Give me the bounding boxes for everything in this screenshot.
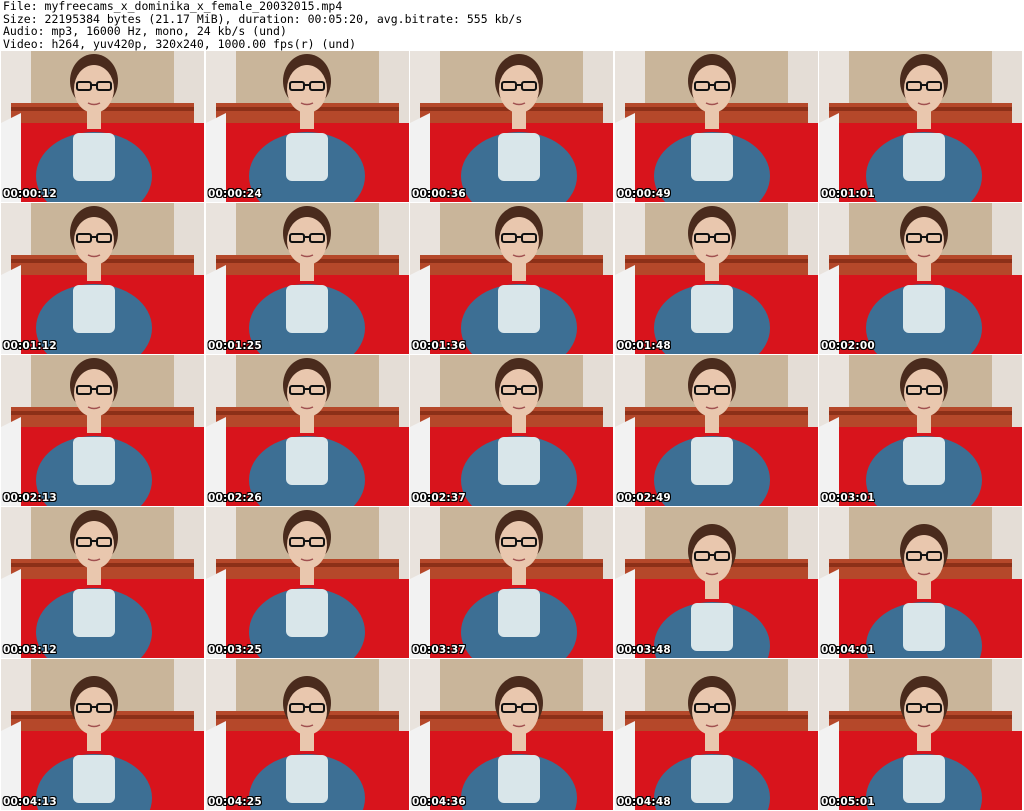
frame-timestamp: 00:04:25 xyxy=(208,796,262,808)
frame-scene xyxy=(615,507,818,658)
frame-scene xyxy=(819,51,1022,202)
video-frame-thumbnail: 00:03:01 xyxy=(819,355,1022,506)
video-info-line: Video: h264, yuv420p, 320x240, 1000.00 f… xyxy=(3,36,357,51)
video-frame-thumbnail: 00:05:01 xyxy=(819,659,1022,810)
frame-scene xyxy=(1,659,204,810)
frame-scene xyxy=(410,659,613,810)
video-frame-thumbnail: 00:00:12 xyxy=(1,51,204,202)
frame-timestamp: 00:02:26 xyxy=(208,492,262,504)
frame-scene xyxy=(819,203,1022,354)
frame-scene xyxy=(1,507,204,658)
video-frame-thumbnail: 00:01:01 xyxy=(819,51,1022,202)
frame-scene xyxy=(1,51,204,202)
frame-scene xyxy=(410,203,613,354)
video-frame-thumbnail: 00:04:36 xyxy=(410,659,613,810)
video-frame-thumbnail: 00:02:26 xyxy=(206,355,409,506)
frame-scene xyxy=(206,51,409,202)
frame-scene xyxy=(410,355,613,506)
frame-scene xyxy=(1,355,204,506)
video-frame-thumbnail: 00:02:49 xyxy=(615,355,818,506)
frame-scene xyxy=(615,203,818,354)
video-frame-thumbnail: 00:03:48 xyxy=(615,507,818,658)
video-frame-thumbnail: 00:03:25 xyxy=(206,507,409,658)
frame-timestamp: 00:04:36 xyxy=(412,796,466,808)
frame-scene xyxy=(819,355,1022,506)
frame-scene xyxy=(206,659,409,810)
frame-timestamp: 00:01:36 xyxy=(412,340,466,352)
frame-timestamp: 00:04:13 xyxy=(3,796,57,808)
video-frame-thumbnail: 00:00:24 xyxy=(206,51,409,202)
frame-timestamp: 00:01:12 xyxy=(3,340,57,352)
frame-timestamp: 00:05:01 xyxy=(821,796,875,808)
video-frame-thumbnail: 00:04:48 xyxy=(615,659,818,810)
audio-info-line: Audio: mp3, 16000 Hz, mono, 24 kb/s (und… xyxy=(3,24,287,38)
frame-timestamp: 00:02:37 xyxy=(412,492,466,504)
frame-timestamp: 00:00:12 xyxy=(3,188,57,200)
frame-timestamp: 00:00:36 xyxy=(412,188,466,200)
frame-timestamp: 00:03:01 xyxy=(821,492,875,504)
frame-scene xyxy=(206,203,409,354)
frame-scene xyxy=(410,507,613,658)
video-frame-thumbnail: 00:04:13 xyxy=(1,659,204,810)
frame-timestamp: 00:03:37 xyxy=(412,644,466,656)
frame-timestamp: 00:01:25 xyxy=(208,340,262,352)
frame-timestamp: 00:02:13 xyxy=(3,492,57,504)
video-frame-thumbnail: 00:00:49 xyxy=(615,51,818,202)
video-frame-thumbnail: 00:02:00 xyxy=(819,203,1022,354)
frame-timestamp: 00:03:48 xyxy=(617,644,671,656)
video-frame-thumbnail: 00:03:12 xyxy=(1,507,204,658)
file-name-line: File: myfreecams_x_dominika_x_female_200… xyxy=(3,0,343,13)
frame-timestamp: 00:00:24 xyxy=(208,188,262,200)
video-frame-thumbnail: 00:01:36 xyxy=(410,203,613,354)
video-frame-thumbnail: 00:01:25 xyxy=(206,203,409,354)
frame-scene xyxy=(819,507,1022,658)
frame-scene xyxy=(206,507,409,658)
video-frame-thumbnail: 00:02:37 xyxy=(410,355,613,506)
frame-timestamp: 00:01:01 xyxy=(821,188,875,200)
frame-timestamp: 00:03:25 xyxy=(208,644,262,656)
frame-scene xyxy=(410,51,613,202)
frame-scene xyxy=(819,659,1022,810)
video-frame-thumbnail: 00:03:37 xyxy=(410,507,613,658)
frame-timestamp: 00:03:12 xyxy=(3,644,57,656)
frame-timestamp: 00:00:49 xyxy=(617,188,671,200)
frame-scene xyxy=(615,51,818,202)
video-frame-thumbnail: 00:04:25 xyxy=(206,659,409,810)
video-frame-thumbnail: 00:02:13 xyxy=(1,355,204,506)
frame-timestamp: 00:01:48 xyxy=(617,340,671,352)
frame-timestamp: 00:02:49 xyxy=(617,492,671,504)
frame-scene xyxy=(615,355,818,506)
frame-scene xyxy=(615,659,818,810)
thumbnail-grid: 00:00:12 00:00:24 00:00:36 00:00:49 00:01:01… xyxy=(0,51,1024,811)
file-info-header: File: myfreecams_x_dominika_x_female_200… xyxy=(3,0,1023,50)
frame-scene xyxy=(206,355,409,506)
video-frame-thumbnail: 00:01:48 xyxy=(615,203,818,354)
frame-timestamp: 00:04:01 xyxy=(821,644,875,656)
frame-timestamp: 00:02:00 xyxy=(821,340,875,352)
video-frame-thumbnail: 00:00:36 xyxy=(410,51,613,202)
frame-scene xyxy=(1,203,204,354)
video-frame-thumbnail: 00:01:12 xyxy=(1,203,204,354)
video-frame-thumbnail: 00:04:01 xyxy=(819,507,1022,658)
frame-timestamp: 00:04:48 xyxy=(617,796,671,808)
